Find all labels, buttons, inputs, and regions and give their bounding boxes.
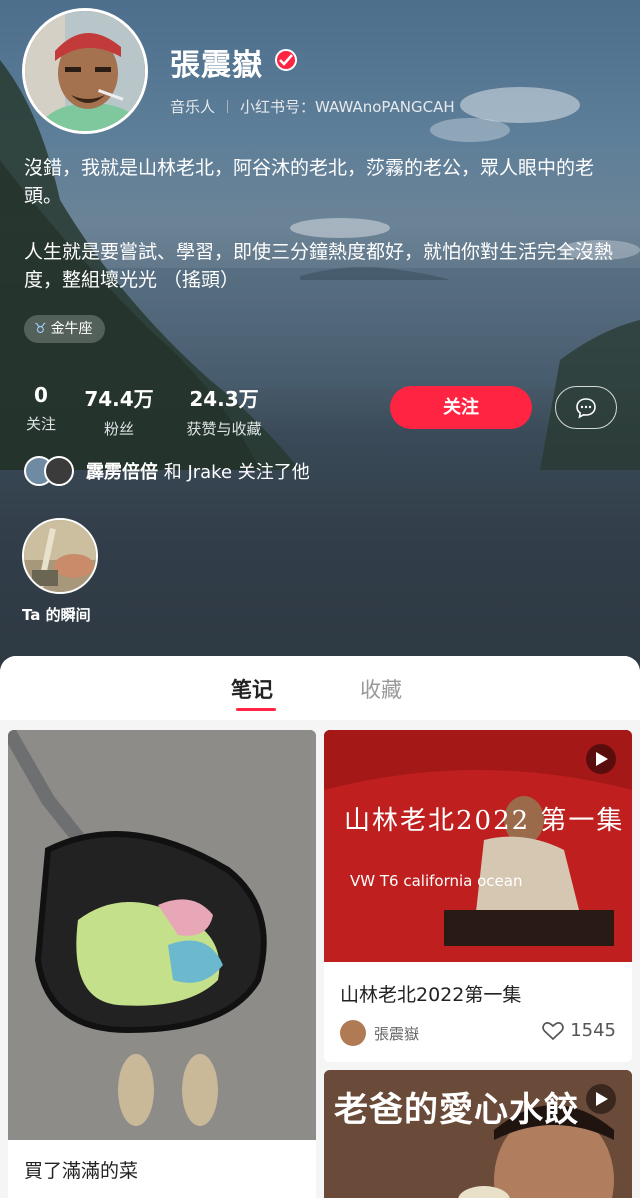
stat-followers-value: 74.4万 [84, 387, 154, 411]
zodiac-tag-label: 金牛座 [50, 321, 93, 337]
mutual-followers[interactable]: 霹雳倍倍 和 Jrake 关注了他 [24, 456, 310, 486]
stat-following[interactable]: 0 关注 [24, 383, 58, 434]
note-card[interactable]: 買了滿滿的菜 [8, 730, 316, 1198]
stat-followers[interactable]: 74.4万 粉丝 [82, 383, 156, 439]
video-overlay-subtitle: VW T6 california ocean [350, 872, 523, 890]
content-tabs: 笔记 收藏 [0, 656, 640, 720]
video-overlay-title: 老爸的愛心水餃 [334, 1090, 579, 1130]
note-title: 山林老北2022第一集 [340, 984, 522, 1006]
note-cover-image: 老爸的愛心水餃 [324, 1070, 632, 1198]
active-tab-indicator [236, 708, 276, 711]
divider [227, 100, 229, 113]
chat-bubble-icon [576, 398, 596, 419]
zodiac-tag: ♉ 金牛座 [24, 315, 105, 343]
mutual-rest: 和 Jrake 关注了他 [158, 462, 310, 483]
stat-likes-label: 获赞与收藏 [186, 420, 262, 438]
stat-likes-value: 24.3万 [189, 387, 259, 411]
moment-thumbnail[interactable] [22, 518, 98, 594]
mutual-followers-text: 霹雳倍倍 和 Jrake 关注了他 [86, 458, 310, 484]
note-card[interactable]: 老爸的愛心水餃 [324, 1070, 632, 1198]
stat-following-label: 关注 [25, 415, 56, 433]
play-icon [586, 744, 616, 774]
profile-bio: 沒錯，我就是山林老北，阿谷沐的老北，莎霧的老公，眾人眼中的老頭。 人生就是要嘗試… [24, 157, 614, 291]
author-name: 張震嶽 [374, 1024, 420, 1043]
stat-likes-collects[interactable]: 24.3万 获赞与收藏 [178, 383, 270, 439]
note-cover-image: 山林老北2022 第一集 VW T6 california ocean [324, 730, 632, 962]
note-title: 買了滿滿的菜 [24, 1160, 139, 1182]
author-avatar [340, 1020, 366, 1046]
note-author[interactable]: 張震嶽 [340, 1020, 419, 1046]
notes-sheet: 笔记 收藏 買了滿滿的菜 山林老北2022 第一集 VW T6 californ… [0, 656, 640, 1198]
message-button[interactable] [555, 386, 617, 429]
profile-id[interactable]: 小红书号：WAWAnoPANGCAH [240, 96, 455, 117]
tab-notes[interactable]: 笔记 [231, 674, 273, 704]
note-card[interactable]: 山林老北2022 第一集 VW T6 california ocean 山林老北… [324, 730, 632, 1062]
like-count: 1545 [570, 1020, 616, 1041]
mutual-avatar [44, 456, 74, 486]
stat-followers-label: 粉丝 [103, 420, 134, 438]
note-cover-image [8, 730, 316, 1140]
video-overlay-title: 山林老北2022 第一集 [344, 806, 625, 836]
taurus-icon: ♉ [34, 321, 47, 337]
stat-following-value: 0 [34, 383, 48, 407]
play-icon [586, 1084, 616, 1114]
moments-label[interactable]: Ta 的瞬间 [22, 604, 91, 625]
profile-avatar[interactable] [22, 8, 148, 134]
like-button[interactable]: 1545 [542, 1020, 616, 1041]
tab-collections[interactable]: 收藏 [360, 674, 402, 704]
profile-name: 張震嶽 [170, 48, 263, 83]
mutual-names: 霹雳倍倍 [86, 462, 158, 483]
profile-meta: 音乐人 小红书号：WAWAnoPANGCAH [170, 96, 455, 117]
verified-badge-icon [275, 49, 297, 71]
profile-role: 音乐人 [170, 98, 216, 116]
follow-button[interactable]: 关注 [390, 386, 532, 429]
heart-icon [542, 1021, 565, 1040]
